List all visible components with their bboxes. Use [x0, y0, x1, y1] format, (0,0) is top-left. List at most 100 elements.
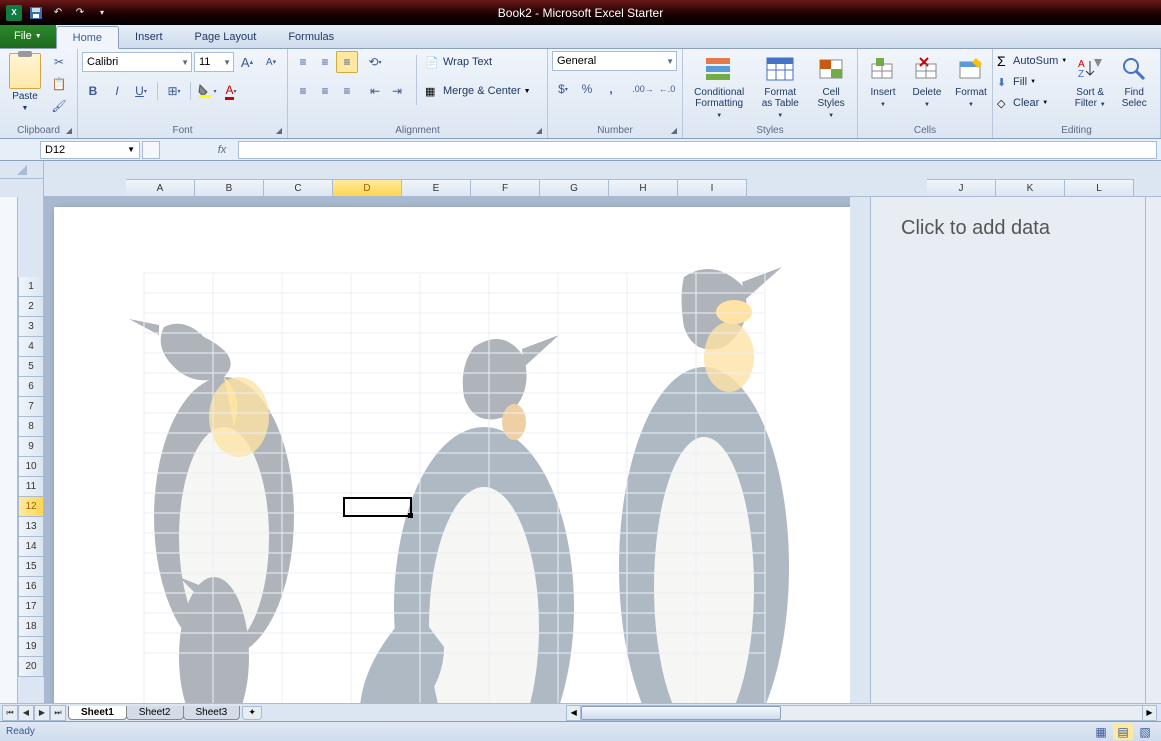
- tab-home[interactable]: Home: [56, 26, 119, 49]
- copy-icon[interactable]: 📋: [48, 73, 70, 95]
- row-header-11[interactable]: 11: [18, 477, 44, 497]
- percent-icon[interactable]: %: [576, 78, 598, 100]
- new-sheet-button[interactable]: ✦: [242, 706, 262, 720]
- undo-icon[interactable]: ↶: [48, 3, 68, 23]
- font-color-icon[interactable]: A▾: [220, 80, 242, 102]
- accounting-format-icon[interactable]: $▾: [552, 78, 574, 100]
- align-left-icon[interactable]: ≡: [292, 80, 314, 102]
- decrease-decimal-icon[interactable]: ←.0: [656, 78, 678, 100]
- first-sheet-icon[interactable]: ⏮: [2, 705, 18, 721]
- column-header-G[interactable]: G: [540, 179, 609, 197]
- font-size-combo[interactable]: 11▼: [194, 52, 234, 72]
- align-right-icon[interactable]: ≡: [336, 80, 358, 102]
- font-name-combo[interactable]: Calibri▼: [82, 52, 192, 72]
- column-header-J[interactable]: J: [927, 179, 996, 197]
- row-header-7[interactable]: 7: [18, 397, 44, 417]
- page-layout-view-icon[interactable]: ▤: [1113, 724, 1133, 740]
- font-launcher-icon[interactable]: ◢: [273, 124, 285, 136]
- name-box[interactable]: D12▼: [40, 141, 140, 159]
- row-header-17[interactable]: 17: [18, 597, 44, 617]
- delete-cells-button[interactable]: Delete▼: [906, 51, 948, 111]
- page-break-view-icon[interactable]: ▧: [1135, 724, 1155, 740]
- fx-button[interactable]: fx: [210, 141, 234, 159]
- column-header-I[interactable]: I: [678, 179, 747, 197]
- increase-decimal-icon[interactable]: .00→: [632, 78, 654, 100]
- row-header-20[interactable]: 20: [18, 657, 44, 677]
- worksheet-area[interactable]: [44, 197, 850, 703]
- save-icon[interactable]: [26, 3, 46, 23]
- next-sheet-icon[interactable]: ▶: [34, 705, 50, 721]
- format-painter-icon[interactable]: 🖌: [48, 95, 70, 117]
- selected-cell[interactable]: [343, 497, 412, 517]
- align-middle-icon[interactable]: ≡: [314, 51, 336, 73]
- fill-button[interactable]: ⬇ Fill▼: [997, 72, 1067, 92]
- number-format-combo[interactable]: General▼: [552, 51, 677, 71]
- shrink-font-icon[interactable]: A▾: [260, 51, 282, 73]
- format-as-table-button[interactable]: Formatas Table ▼: [753, 51, 807, 122]
- row-header-5[interactable]: 5: [18, 357, 44, 377]
- column-header-C[interactable]: C: [264, 179, 333, 197]
- clear-button[interactable]: ◇ Clear▼: [997, 93, 1067, 113]
- column-header-A[interactable]: A: [126, 179, 195, 197]
- sheet-tab-sheet3[interactable]: Sheet3: [183, 706, 241, 720]
- conditional-formatting-button[interactable]: ConditionalFormatting ▼: [687, 51, 751, 122]
- alignment-launcher-icon[interactable]: ◢: [533, 124, 545, 136]
- fill-color-icon[interactable]: ▾: [196, 80, 218, 102]
- row-header-12[interactable]: 12: [18, 497, 44, 517]
- excel-app-icon[interactable]: X: [4, 3, 24, 23]
- select-all-corner[interactable]: [0, 161, 44, 179]
- sort-filter-button[interactable]: AZ Sort &Filter ▼: [1069, 51, 1111, 111]
- paste-button[interactable]: Paste▼: [4, 51, 46, 115]
- vertical-scrollbar[interactable]: [1145, 197, 1161, 703]
- prev-sheet-icon[interactable]: ◀: [18, 705, 34, 721]
- wrap-text-button[interactable]: 📄 Wrap Text: [425, 51, 531, 73]
- tab-insert[interactable]: Insert: [119, 25, 179, 48]
- align-bottom-icon[interactable]: ≡: [336, 51, 358, 73]
- column-header-K[interactable]: K: [996, 179, 1065, 197]
- qat-customize-icon[interactable]: ▾: [92, 3, 112, 23]
- row-header-10[interactable]: 10: [18, 457, 44, 477]
- borders-icon[interactable]: ⊞▾: [163, 80, 185, 102]
- row-header-2[interactable]: 2: [18, 297, 44, 317]
- row-header-19[interactable]: 19: [18, 637, 44, 657]
- sheet-tab-sheet1[interactable]: Sheet1: [68, 706, 127, 720]
- cell-styles-button[interactable]: CellStyles ▼: [809, 51, 853, 122]
- sheet-tab-sheet2[interactable]: Sheet2: [126, 706, 184, 720]
- row-header-15[interactable]: 15: [18, 557, 44, 577]
- formula-input[interactable]: [238, 141, 1157, 159]
- side-panel[interactable]: Click to add data: [870, 197, 1155, 703]
- redo-icon[interactable]: ↷: [70, 3, 90, 23]
- row-header-13[interactable]: 13: [18, 517, 44, 537]
- cut-icon[interactable]: ✂: [48, 51, 70, 73]
- tab-page-layout[interactable]: Page Layout: [179, 25, 273, 48]
- column-header-E[interactable]: E: [402, 179, 471, 197]
- orientation-icon[interactable]: ⟲▾: [364, 51, 386, 73]
- normal-view-icon[interactable]: ▦: [1091, 724, 1111, 740]
- last-sheet-icon[interactable]: ⏭: [50, 705, 66, 721]
- column-header-L[interactable]: L: [1065, 179, 1134, 197]
- underline-button[interactable]: U▾: [130, 80, 152, 102]
- row-header-6[interactable]: 6: [18, 377, 44, 397]
- align-top-icon[interactable]: ≡: [292, 51, 314, 73]
- find-select-button[interactable]: FindSelec: [1113, 51, 1155, 111]
- column-header-D[interactable]: D: [333, 179, 402, 197]
- comma-icon[interactable]: ,: [600, 78, 622, 100]
- merge-center-button[interactable]: ▦ Merge & Center ▼: [425, 80, 531, 102]
- row-header-1[interactable]: 1: [18, 277, 44, 297]
- row-header-4[interactable]: 4: [18, 337, 44, 357]
- row-header-9[interactable]: 9: [18, 437, 44, 457]
- row-header-3[interactable]: 3: [18, 317, 44, 337]
- clipboard-launcher-icon[interactable]: ◢: [63, 124, 75, 136]
- column-header-H[interactable]: H: [609, 179, 678, 197]
- italic-button[interactable]: I: [106, 80, 128, 102]
- increase-indent-icon[interactable]: ⇥: [386, 80, 408, 102]
- row-header-16[interactable]: 16: [18, 577, 44, 597]
- decrease-indent-icon[interactable]: ⇤: [364, 80, 386, 102]
- row-header-8[interactable]: 8: [18, 417, 44, 437]
- number-launcher-icon[interactable]: ◢: [668, 124, 680, 136]
- align-center-icon[interactable]: ≡: [314, 80, 336, 102]
- insert-cells-button[interactable]: Insert▼: [862, 51, 904, 111]
- add-data-prompt[interactable]: Click to add data: [901, 217, 1145, 240]
- bold-button[interactable]: B: [82, 80, 104, 102]
- row-header-14[interactable]: 14: [18, 537, 44, 557]
